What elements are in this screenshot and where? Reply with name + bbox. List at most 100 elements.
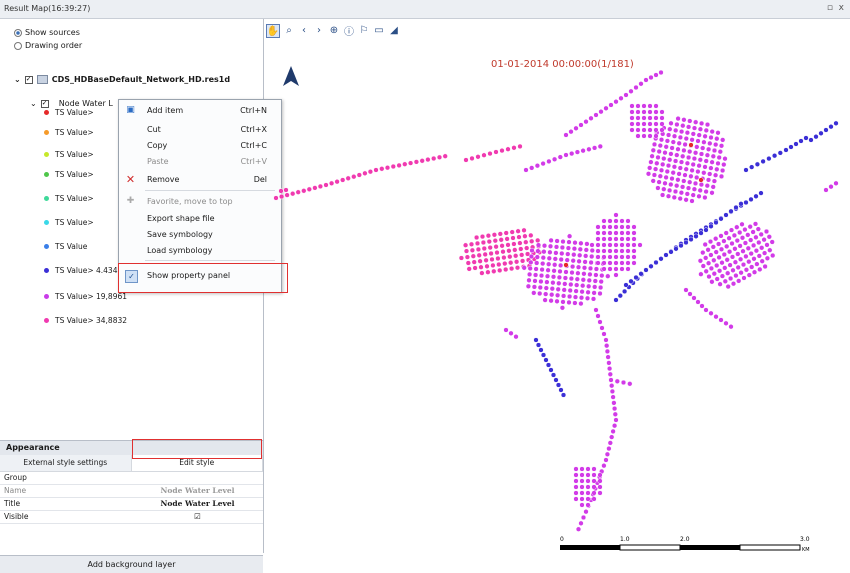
rectangle-icon[interactable]: ▭	[373, 24, 385, 36]
menu-label: Load symbology	[147, 246, 213, 255]
menu-label: Copy	[147, 141, 168, 150]
restore-icon[interactable]: ▫	[827, 3, 833, 13]
legend-item[interactable]: TS Value> 4.43417	[44, 266, 127, 275]
profile-chart-icon[interactable]: ◢	[388, 24, 400, 36]
map-toolbar: ✋ ⌕ ‹ › ⊕ ⓘ ⚐ ▭ ◢	[266, 24, 400, 38]
show-property-panel-highlight	[118, 263, 288, 293]
radio-empty-icon	[14, 41, 22, 50]
forward-icon[interactable]: ›	[313, 24, 325, 36]
legend-swatch-icon	[44, 196, 49, 201]
scale-label: 0	[560, 536, 564, 543]
globe-icon[interactable]: ⊕	[328, 24, 340, 36]
legend-swatch-icon	[44, 244, 49, 249]
legend-label: TS Value	[55, 242, 88, 251]
window-controls[interactable]: ▫ x	[827, 3, 844, 13]
legend-item[interactable]: TS Value>	[44, 194, 94, 203]
add-background-layer-button[interactable]: Add background layer	[0, 555, 263, 573]
prop-value-group[interactable]	[132, 472, 263, 484]
drawing-order-label: Drawing order	[25, 41, 83, 50]
menu-separator	[145, 260, 275, 261]
legend-label: TS Value>	[55, 194, 94, 203]
legend-label: TS Value> 4.43417	[55, 266, 128, 275]
drawing-order-radio[interactable]: Drawing order	[14, 41, 82, 50]
menu-label: Favorite, move to top	[147, 197, 233, 206]
legend-item[interactable]: TS Value> 34,8832	[44, 316, 127, 325]
add-item-icon: ▣	[126, 105, 135, 115]
legend-label: TS Value>	[55, 108, 94, 117]
menu-label: Paste	[147, 157, 169, 166]
legend-swatch-icon	[44, 294, 49, 299]
menu-item-paste[interactable]: Paste Ctrl+V	[119, 154, 281, 169]
menu-separator	[145, 190, 275, 191]
info-icon[interactable]: ⓘ	[343, 24, 355, 38]
remove-icon: ✕	[125, 173, 136, 186]
menu-label: Cut	[147, 125, 161, 134]
visible-checkbox[interactable]: ☑	[132, 511, 263, 523]
expand-arrow-icon[interactable]: ⌄	[30, 99, 37, 108]
menu-shortcut: Del	[253, 175, 267, 184]
layer-tree-node[interactable]: ⌄ ✓ Node Water L	[30, 99, 113, 108]
prop-key-title: Title	[4, 499, 21, 508]
menu-item-add-item[interactable]: ▣ Add item Ctrl+N	[119, 103, 281, 118]
legend-item[interactable]: TS Value	[44, 242, 87, 251]
legend-item[interactable]: TS Value>	[44, 218, 94, 227]
legend-swatch-icon	[44, 220, 49, 225]
expand-arrow-icon[interactable]: ⌄	[14, 75, 21, 84]
legend-label: TS Value>	[55, 150, 94, 159]
title-bar: Result Map(16:39:27) ▫ x	[0, 0, 850, 19]
edit-style-highlight	[132, 439, 262, 459]
legend-item[interactable]: TS Value>	[44, 128, 94, 137]
legend-item[interactable]: TS Value>	[44, 150, 94, 159]
menu-shortcut: Ctrl+N	[240, 106, 267, 115]
prop-key-visible: Visible	[4, 512, 29, 521]
menu-item-save-symbology[interactable]: Save symbology	[119, 227, 281, 242]
legend-swatch-icon	[44, 130, 49, 135]
legend-swatch-icon	[44, 152, 49, 157]
legend-swatch-icon	[44, 268, 49, 273]
zoom-icon[interactable]: ⌕	[283, 24, 295, 36]
flag-icon[interactable]: ⚐	[358, 24, 370, 36]
map-canvas[interactable]	[266, 40, 846, 540]
network-tree-node[interactable]: ⌄ ✓ CDS_HDBaseDefault_Network_HD.res1d	[14, 75, 230, 84]
close-icon[interactable]: x	[839, 3, 844, 13]
legend-swatch-icon	[44, 110, 49, 115]
radio-selected-icon	[14, 28, 22, 37]
menu-item-favorite[interactable]: ✚ Favorite, move to top	[119, 194, 281, 209]
show-sources-label: Show sources	[25, 28, 80, 37]
menu-item-remove[interactable]: ✕ Remove Del	[119, 172, 281, 187]
legend-label: TS Value>	[55, 170, 94, 179]
legend-label: TS Value> 34,8832	[55, 316, 128, 325]
menu-item-load-symbology[interactable]: Load symbology	[119, 243, 281, 258]
scale-label: 2.0	[680, 536, 690, 543]
menu-item-copy[interactable]: Copy Ctrl+C	[119, 138, 281, 153]
scale-label: 1.0	[620, 536, 630, 543]
menu-label: Remove	[147, 175, 180, 184]
legend-item[interactable]: TS Value>	[44, 170, 94, 179]
network-file-label: CDS_HDBaseDefault_Network_HD.res1d	[51, 75, 231, 84]
menu-shortcut: Ctrl+V	[240, 157, 267, 166]
folder-icon	[36, 75, 48, 84]
legend-item[interactable]: TS Value> 19,8961	[44, 292, 127, 301]
window-title: Result Map(16:39:27)	[4, 4, 91, 13]
menu-label: Save symbology	[147, 230, 213, 239]
legend-swatch-icon	[44, 172, 49, 177]
back-icon[interactable]: ‹	[298, 24, 310, 36]
pan-icon[interactable]: ✋	[266, 24, 280, 38]
prop-value-title[interactable]: Node Water Level	[132, 498, 263, 510]
legend-item[interactable]: TS Value>	[44, 108, 94, 117]
prop-key-group: Group	[4, 473, 27, 482]
legend-label: TS Value>	[55, 128, 94, 137]
menu-item-export-shape-file[interactable]: Export shape file	[119, 211, 281, 226]
legend-swatch-icon	[44, 318, 49, 323]
checkbox-checked-icon[interactable]: ✓	[24, 75, 33, 84]
menu-label: Add item	[147, 106, 184, 115]
menu-label: Export shape file	[147, 214, 215, 223]
prop-value-name: Node Water Level	[160, 486, 235, 495]
checkbox-checked-icon[interactable]: ✓	[40, 99, 49, 108]
show-sources-radio[interactable]: Show sources	[14, 28, 80, 37]
menu-item-cut[interactable]: Cut Ctrl+X	[119, 122, 281, 137]
scale-unit: KM	[802, 547, 810, 553]
favorite-icon: ✚	[126, 196, 135, 206]
menu-shortcut: Ctrl+X	[240, 125, 267, 134]
external-style-settings-button[interactable]: External style settings	[0, 455, 132, 471]
